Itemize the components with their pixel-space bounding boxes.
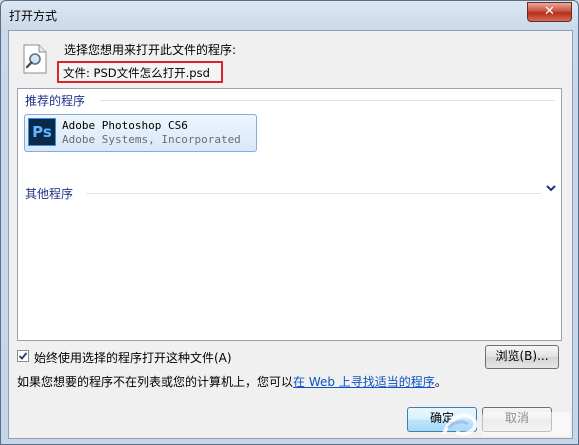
close-button[interactable]: ✕ xyxy=(527,2,572,22)
file-name-highlight: 文件: PSD文件怎么打开.psd xyxy=(57,61,223,83)
title-bar[interactable]: 打开方式 ✕ xyxy=(1,1,578,29)
close-icon: ✕ xyxy=(544,4,555,19)
open-with-dialog: 打开方式 ✕ 选择您想用来打开此文件的程序: 文件: PSD文件怎么打开.psd… xyxy=(0,0,579,445)
hint-prefix: 如果您想要的程序不在列表或您的计算机上，您可以 xyxy=(17,375,294,389)
window-title: 打开方式 xyxy=(9,9,58,23)
hint-text: 如果您想要的程序不在列表或您的计算机上，您可以在 Web 上寻找适当的程序。 xyxy=(17,373,447,390)
file-search-icon xyxy=(23,44,47,74)
group-divider xyxy=(86,193,541,194)
hint-suffix: 。 xyxy=(434,375,447,389)
group-header-other[interactable]: 其他程序 xyxy=(25,185,73,201)
watermark-logo xyxy=(442,412,570,436)
always-use-label: 始终使用选择的程序打开这种文件(A) xyxy=(34,351,232,365)
program-item-photoshop[interactable]: Ps Adobe Photoshop CS6 Adobe Systems, In… xyxy=(24,114,257,152)
program-name: Adobe Photoshop CS6 xyxy=(62,119,188,132)
program-publisher: Adobe Systems, Incorporated xyxy=(62,133,241,146)
browse-button[interactable]: 浏览(B)... xyxy=(485,345,559,369)
find-on-web-link[interactable]: 在 Web 上寻找适当的程序 xyxy=(293,375,435,389)
group-divider xyxy=(100,100,555,101)
expand-chevron-icon[interactable] xyxy=(546,184,556,192)
photoshop-icon: Ps xyxy=(28,118,56,146)
dialog-content: 选择您想用来打开此文件的程序: 文件: PSD文件怎么打开.psd 推荐的程序 … xyxy=(8,30,573,439)
file-name-label: 文件: PSD文件怎么打开.psd xyxy=(63,66,210,80)
group-header-recommended: 推荐的程序 xyxy=(25,94,86,108)
prompt-text: 选择您想用来打开此文件的程序: xyxy=(64,43,237,57)
check-mark-icon xyxy=(18,352,28,360)
always-use-checkbox[interactable] xyxy=(17,350,29,362)
program-list[interactable]: 推荐的程序 Ps Adobe Photoshop CS6 Adobe Syste… xyxy=(17,88,562,341)
